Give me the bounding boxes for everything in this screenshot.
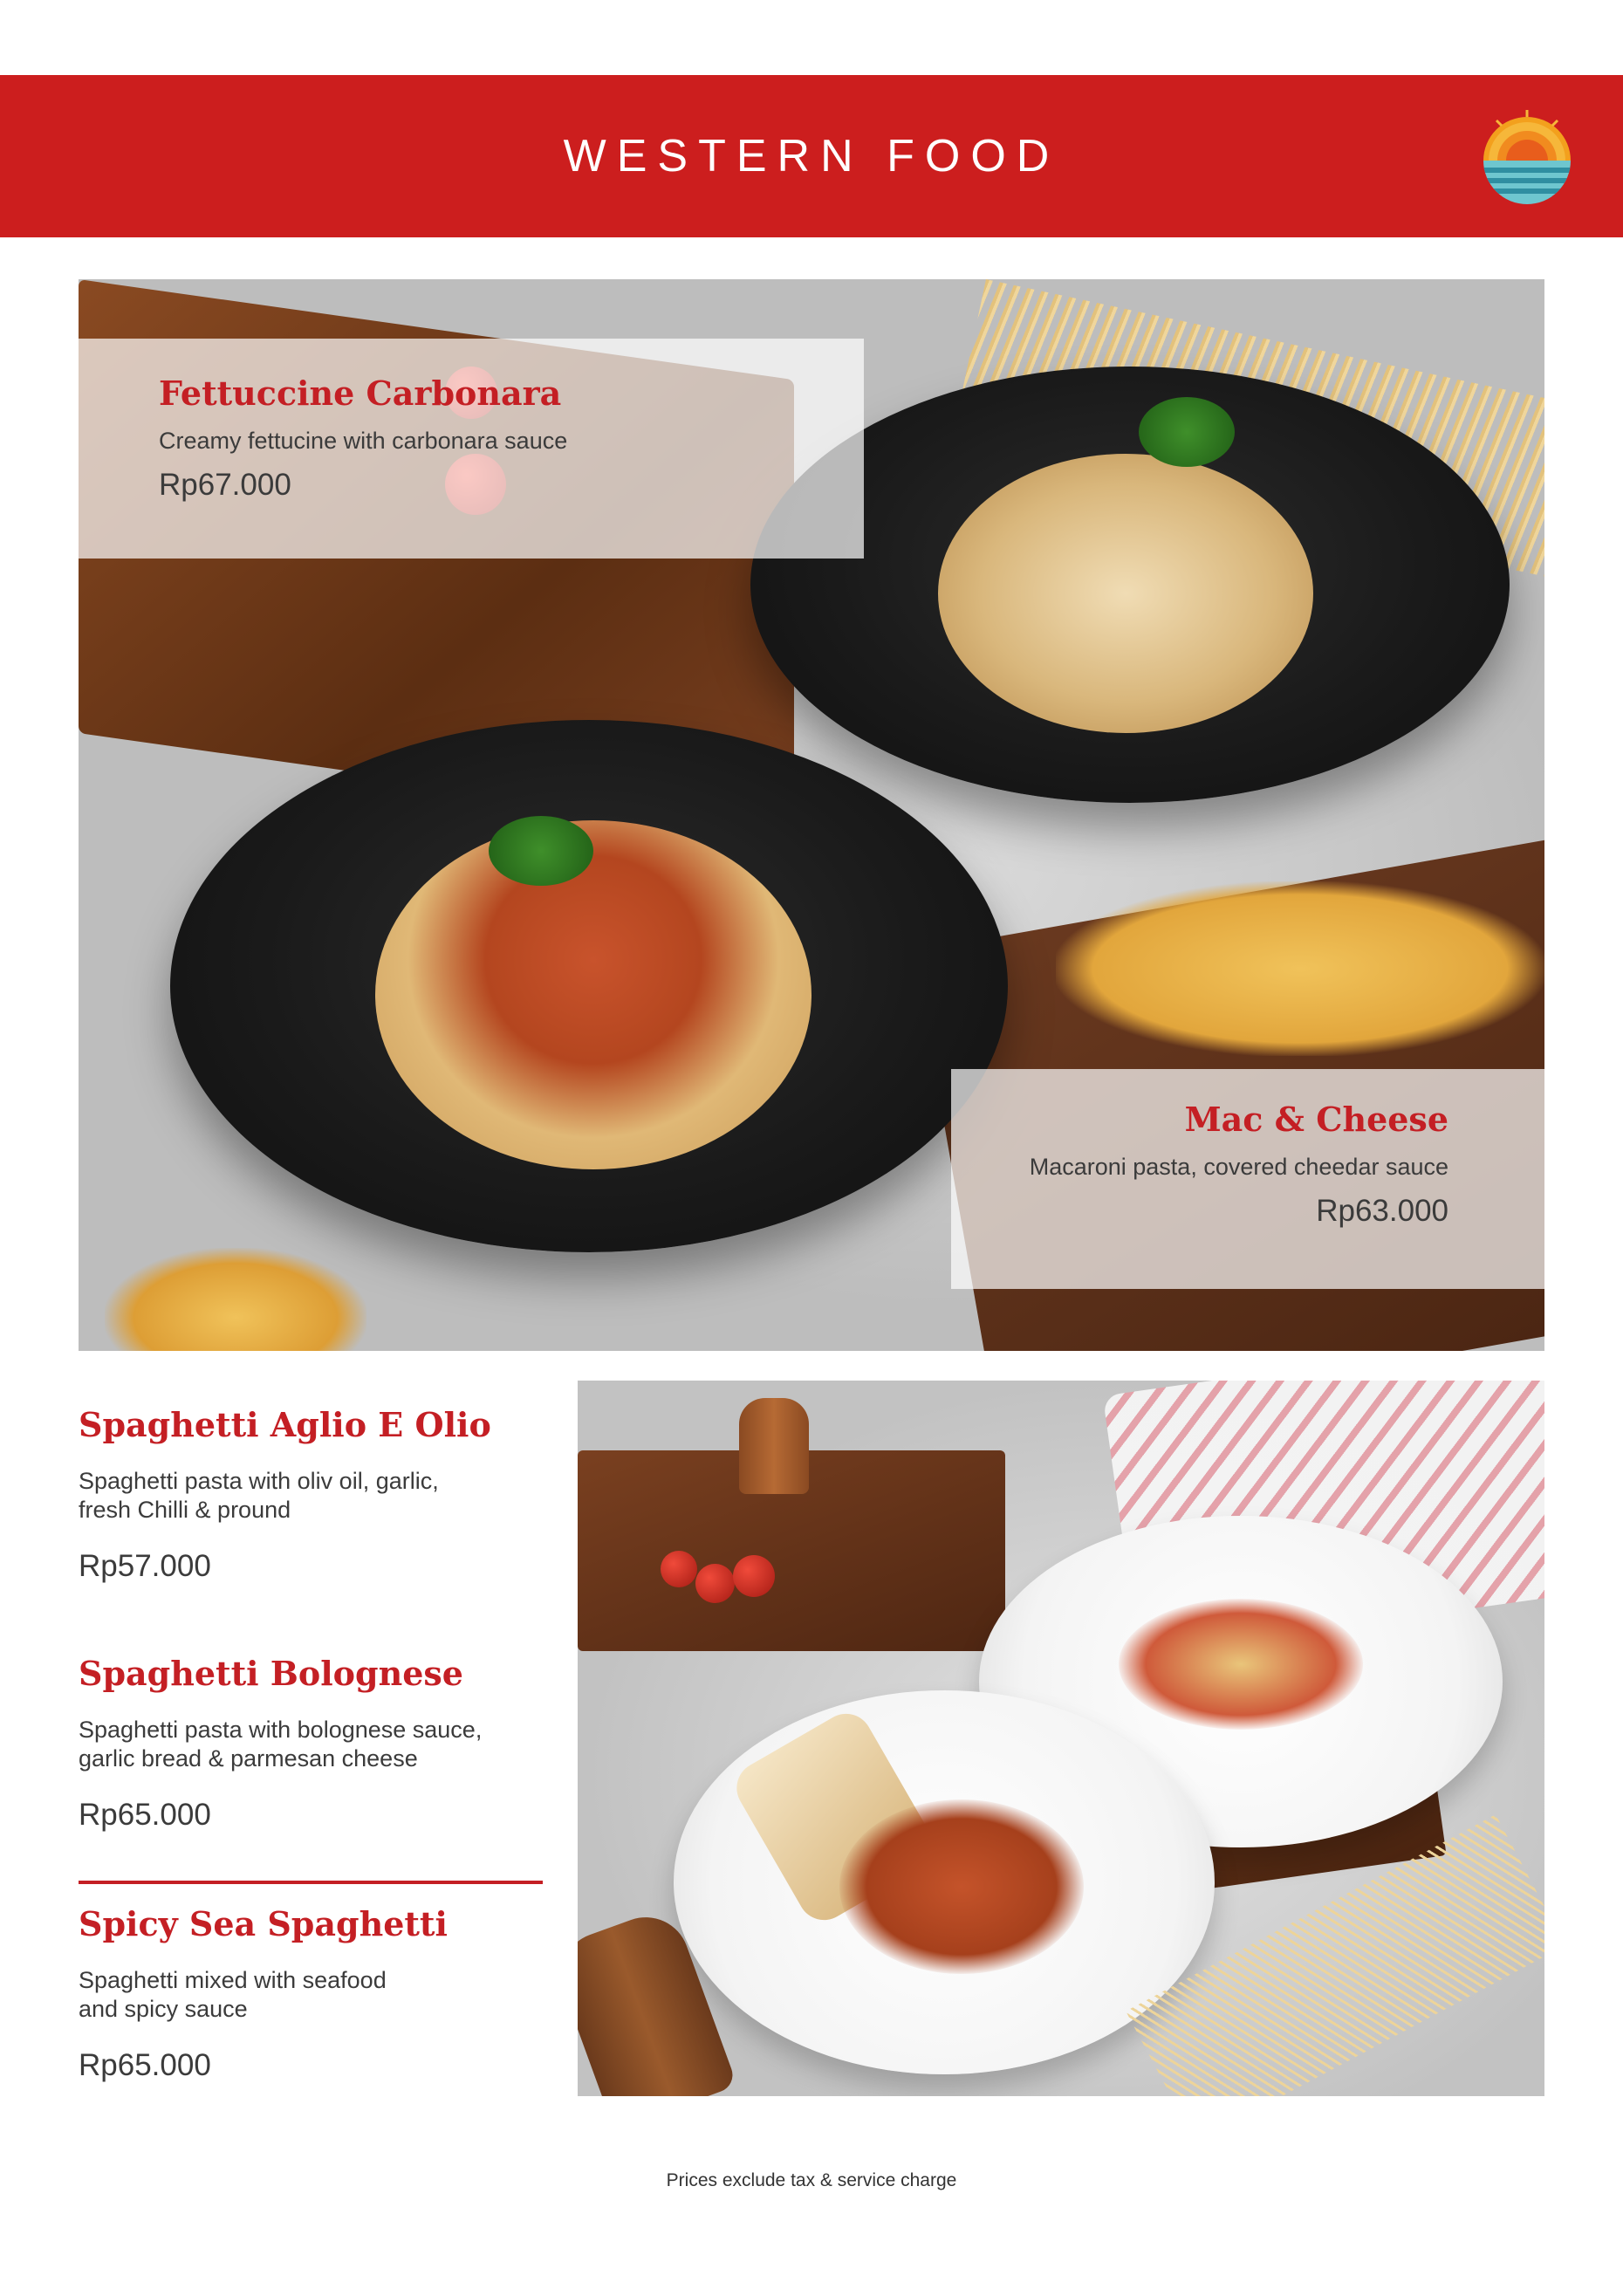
dish-price: Rp57.000 [79, 1549, 211, 1583]
dish-name: Spaghetti Aglio E Olio [79, 1405, 491, 1444]
description-line: fresh Chilli & pround [79, 1497, 291, 1523]
description-line: Spaghetti pasta with bolognese sauce, [79, 1717, 483, 1743]
description-line: garlic bread & parmesan cheese [79, 1745, 418, 1772]
dish-name: Fettuccine Carbonara [159, 374, 562, 413]
cherry-tomato [695, 1564, 735, 1603]
dish-name: Mac & Cheese [1184, 1100, 1448, 1139]
dish-price: Rp63.000 [1316, 1194, 1448, 1228]
dish-price: Rp65.000 [79, 1798, 211, 1832]
dish-price: Rp67.000 [159, 468, 291, 502]
fettuccine-carbonara-dish [938, 454, 1313, 733]
menu-item-mac-and-cheese: Mac & Cheese Macaroni pasta, covered che… [907, 1100, 1448, 1229]
sun-over-sea-logo-icon [1483, 110, 1571, 204]
dry-macaroni [1056, 881, 1544, 1056]
menu-item-aglio-olio: Spaghetti Aglio E Olio Spaghetti pasta w… [79, 1405, 554, 1584]
parsley-garnish [1139, 397, 1235, 467]
menu-item-bolognese: Spaghetti Bolognese Spaghetti pasta with… [79, 1654, 554, 1833]
hero-food-photo: Fettuccine Carbonara Creamy fettucine wi… [79, 279, 1544, 1351]
header-bar: WESTERN FOOD [0, 75, 1623, 237]
salt-mill [739, 1398, 809, 1494]
dish-description: Creamy fettucine with carbonara sauce [159, 428, 568, 454]
menu-item-spicy-sea-spaghetti: Spicy Sea Spaghetti Spaghetti mixed with… [79, 1904, 554, 2083]
price-note: Prices exclude tax & service charge [666, 2170, 957, 2190]
description-line: Spaghetti pasta with oliv oil, garlic, [79, 1468, 439, 1494]
cherry-tomato [733, 1555, 775, 1597]
dish-description: Spaghetti mixed with seafood and spicy s… [79, 1966, 554, 2024]
spicy-sea-spaghetti-dish [1119, 1599, 1363, 1730]
menu-item-fettuccine-carbonara: Fettuccine Carbonara Creamy fettucine wi… [159, 374, 839, 503]
dry-macaroni [105, 1248, 366, 1351]
dish-description: Spaghetti pasta with bolognese sauce, ga… [79, 1716, 554, 1773]
spaghetti-photo [578, 1381, 1544, 2096]
mac-and-cheese-dish [375, 820, 812, 1169]
page-title: WESTERN FOOD [563, 131, 1060, 182]
dish-description: Macaroni pasta, covered cheedar sauce [1029, 1154, 1448, 1180]
cherry-tomato [661, 1551, 697, 1587]
dish-name: Spicy Sea Spaghetti [79, 1904, 448, 1943]
dish-description: Spaghetti pasta with oliv oil, garlic, f… [79, 1467, 554, 1525]
description-line: Spaghetti mixed with seafood [79, 1967, 387, 1993]
parsley-garnish [489, 816, 593, 886]
dish-name: Spaghetti Bolognese [79, 1654, 463, 1693]
description-line: and spicy sauce [79, 1996, 248, 2022]
spaghetti-bolognese-dish [839, 1799, 1084, 1974]
section-divider [79, 1881, 543, 1884]
dish-price: Rp65.000 [79, 2048, 211, 2082]
